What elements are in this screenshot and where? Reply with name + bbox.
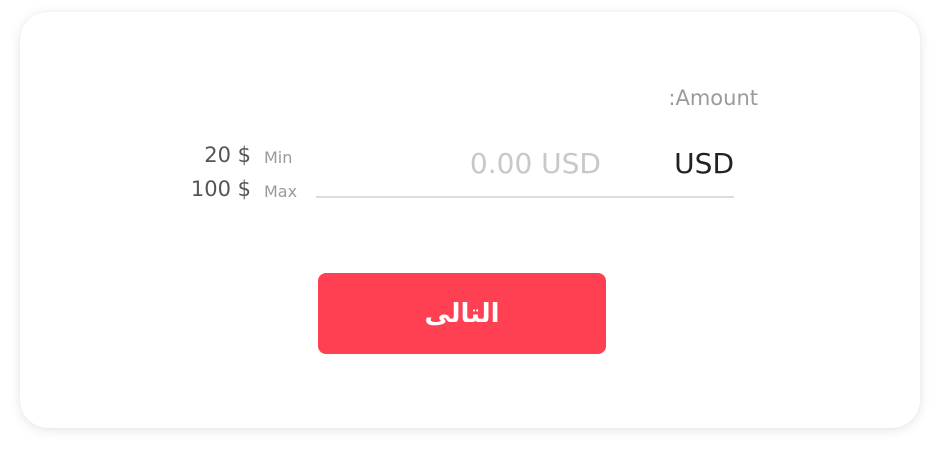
min-limit-label: Min	[264, 148, 293, 167]
amount-limits: 20 $ Min 100 $ Max	[186, 143, 301, 211]
amount-input-container: USD	[316, 140, 734, 198]
min-limit-value: 20 $	[204, 143, 251, 167]
amount-input[interactable]	[316, 140, 601, 186]
max-limit-value: 100 $	[190, 177, 251, 201]
min-limit-row: 20 $ Min	[186, 143, 301, 177]
currency-code: USD	[674, 147, 734, 180]
amount-card	[20, 12, 920, 428]
max-limit-label: Max	[264, 182, 298, 201]
max-limit-row: 100 $ Max	[186, 177, 301, 211]
next-button[interactable]: التالى	[318, 273, 606, 354]
amount-label: :Amount	[668, 86, 758, 110]
